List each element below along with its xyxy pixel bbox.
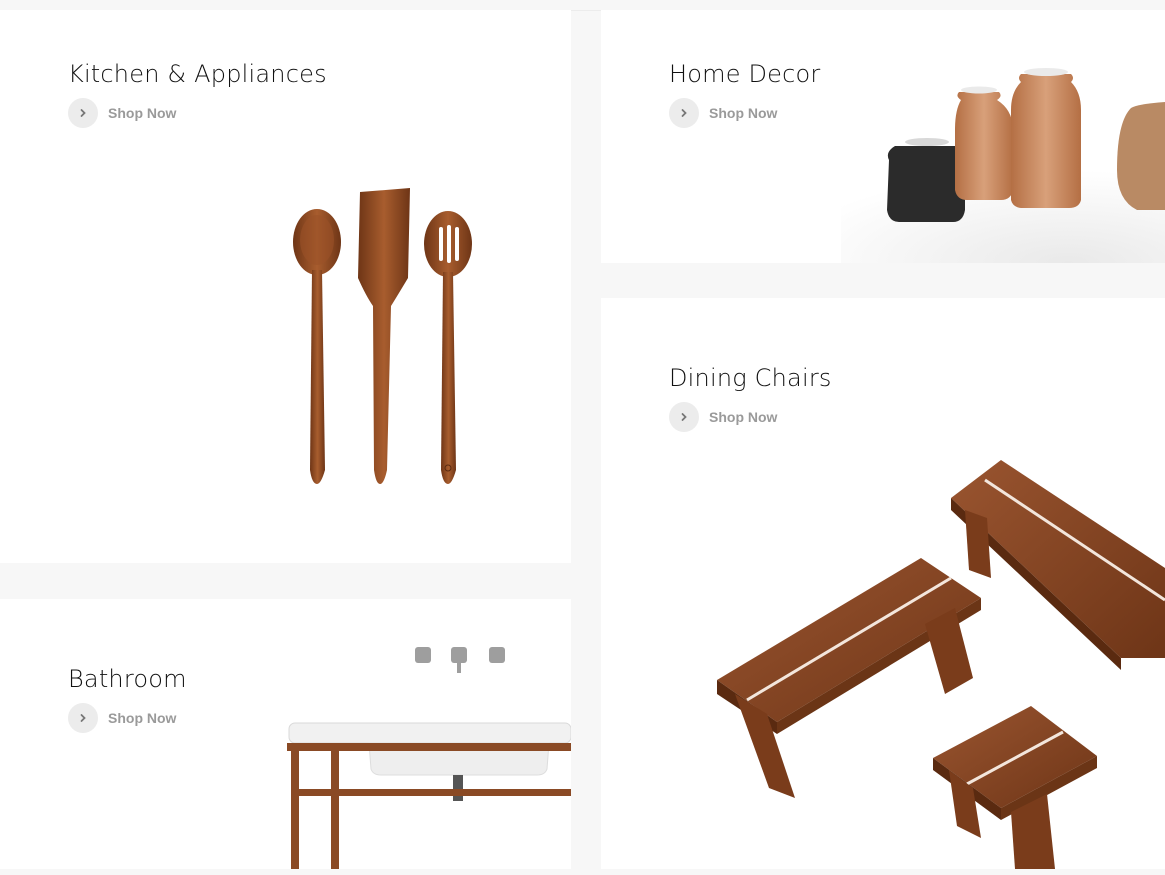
chevron-right-icon — [669, 402, 699, 432]
category-card-kitchen[interactable]: Kitchen & Appliances Shop Now — [0, 10, 571, 563]
bathroom-sink-image — [287, 647, 571, 869]
shop-now-label: Shop Now — [709, 409, 778, 425]
wooden-utensils-image — [293, 188, 472, 484]
category-card-home-decor[interactable]: Home Decor Shop Now — [601, 10, 1165, 263]
shop-now-link-bathroom[interactable]: Shop Now — [68, 703, 176, 733]
chevron-right-icon — [68, 703, 98, 733]
category-card-bathroom[interactable]: Bathroom Shop Now — [0, 599, 571, 869]
category-title-home-decor: Home Decor — [669, 60, 821, 88]
shop-now-label: Shop Now — [108, 105, 177, 121]
wooden-vases-image — [841, 68, 1165, 263]
shop-now-link-home-decor[interactable]: Shop Now — [669, 98, 777, 128]
shop-now-label: Shop Now — [709, 105, 778, 121]
shop-now-link-dining-chairs[interactable]: Shop Now — [669, 402, 777, 432]
category-card-dining-chairs[interactable]: Dining Chairs Shop Now — [601, 298, 1165, 869]
category-title-kitchen: Kitchen & Appliances — [68, 60, 327, 88]
category-title-dining-chairs: Dining Chairs — [669, 364, 832, 392]
shop-now-label: Shop Now — [108, 710, 177, 726]
chevron-right-icon — [669, 98, 699, 128]
chevron-right-icon — [68, 98, 98, 128]
shop-now-link-kitchen[interactable]: Shop Now — [68, 98, 176, 128]
category-title-bathroom: Bathroom — [68, 665, 187, 693]
wooden-benches-image — [717, 460, 1165, 869]
